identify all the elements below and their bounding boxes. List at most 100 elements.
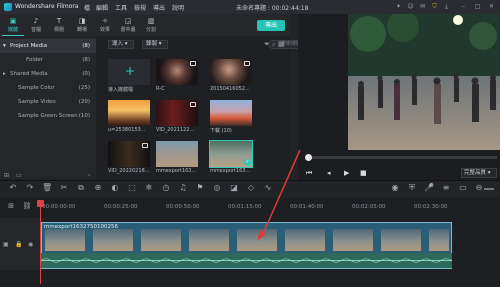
tab-split[interactable]: ▥ 分割 bbox=[140, 14, 162, 36]
eye-icon[interactable]: ◉ bbox=[28, 241, 33, 248]
ruler-tick: 00:00:00:00 bbox=[42, 204, 76, 210]
folder-icon[interactable]: ▭ bbox=[16, 172, 22, 179]
thumbnail bbox=[156, 59, 198, 85]
tile-media-selected[interactable]: ✓ mmexport163... bbox=[209, 140, 253, 177]
preview-scrubber[interactable] bbox=[305, 156, 497, 159]
tab-effects[interactable]: ✧ 效果 bbox=[94, 14, 116, 36]
clip-frame bbox=[381, 229, 421, 251]
playhead-handle[interactable] bbox=[37, 200, 44, 207]
tab-pip[interactable]: ◲ 書中畫 bbox=[117, 14, 139, 36]
new-folder-icon[interactable]: ⊞ bbox=[4, 172, 9, 179]
download-icon[interactable]: ⤓ bbox=[443, 3, 450, 10]
freeze-icon[interactable]: ❄ bbox=[144, 183, 154, 193]
sidebar-item-sample-video[interactable]: Sample Video (20) bbox=[0, 95, 96, 109]
list-icon[interactable]: ≡ bbox=[441, 183, 451, 193]
audio-waveform[interactable] bbox=[40, 253, 453, 268]
tile-media[interactable]: mmexport163... bbox=[156, 141, 198, 177]
menu-view[interactable]: 檢視 bbox=[134, 3, 146, 12]
clip-frame bbox=[45, 229, 85, 251]
tile-media[interactable]: 下載 (10) bbox=[210, 100, 252, 136]
zoom-icon[interactable]: ⊕ bbox=[93, 183, 103, 193]
lightbulb-icon[interactable]: ✦ bbox=[395, 3, 402, 10]
color-icon[interactable]: ◐ bbox=[110, 183, 120, 193]
transform-icon[interactable]: ⬚ bbox=[127, 183, 137, 193]
tile-label: 導入媒體檔 bbox=[108, 87, 134, 93]
tab-transitions[interactable]: ◨ 轉場 bbox=[71, 14, 93, 36]
speed-icon[interactable]: ◷ bbox=[161, 183, 171, 193]
transition-icon: ◨ bbox=[78, 17, 86, 25]
screen-icon[interactable]: ▭ bbox=[458, 183, 468, 193]
quality-dropdown[interactable]: 完整品質 ▾ bbox=[461, 168, 497, 178]
tile-media[interactable]: u=25380153... bbox=[108, 100, 150, 136]
shield-icon[interactable]: ⛨ bbox=[407, 183, 417, 193]
checkmark-icon: ✓ bbox=[244, 159, 251, 166]
delete-icon[interactable]: 🗑 bbox=[42, 183, 52, 193]
frame-back-icon[interactable]: ◂ bbox=[327, 169, 331, 177]
tile-import-media[interactable]: + 導入媒體檔 bbox=[108, 59, 150, 95]
marker-icon[interactable]: ⚑ bbox=[195, 183, 205, 193]
effects-icon: ✧ bbox=[102, 17, 108, 25]
step-back-icon[interactable]: ⏮ bbox=[306, 169, 312, 178]
tab-titles[interactable]: T 標題 bbox=[48, 14, 70, 36]
menu-help[interactable]: 說明 bbox=[172, 3, 184, 12]
menu-tools[interactable]: 工具 bbox=[115, 3, 127, 12]
stabilize-icon[interactable]: ◎ bbox=[212, 183, 222, 193]
sidebar-item-count: (0) bbox=[82, 71, 90, 77]
audio-icon[interactable]: ♫ bbox=[178, 183, 188, 193]
menu-export[interactable]: 導出 bbox=[153, 3, 165, 12]
pip-icon: ◲ bbox=[124, 17, 132, 25]
video-icon bbox=[142, 143, 148, 148]
sidebar-item-label: Sample Video bbox=[18, 99, 56, 105]
zoom-slider[interactable] bbox=[484, 188, 494, 190]
redo-icon[interactable]: ↷ bbox=[25, 183, 35, 193]
preview-video[interactable] bbox=[348, 14, 500, 150]
sidebar-item-project-media[interactable]: ▾ Project Media (8) bbox=[0, 39, 96, 53]
account-icon[interactable]: ☺ bbox=[407, 3, 414, 10]
render-icon[interactable]: ◉ bbox=[390, 183, 400, 193]
collapse-icon[interactable]: ‹ bbox=[88, 172, 90, 179]
tile-media[interactable]: 20150416052... bbox=[210, 59, 252, 95]
mic-icon[interactable]: 🎤 bbox=[424, 183, 434, 193]
tab-audio[interactable]: ♪ 音檔 bbox=[25, 14, 47, 36]
export-button[interactable]: 導出 bbox=[257, 20, 285, 31]
message-icon[interactable]: ✉ bbox=[419, 3, 426, 10]
tile-media[interactable]: VID_20220218... bbox=[108, 141, 150, 177]
zoom-out-icon[interactable]: ⊖ bbox=[474, 183, 484, 193]
stop-icon[interactable]: ■ bbox=[360, 169, 367, 177]
crop-icon[interactable]: ⧉ bbox=[76, 183, 86, 193]
music-note-icon: ♪ bbox=[33, 17, 39, 25]
scene-tree bbox=[469, 22, 497, 50]
record-dropdown[interactable]: 錄製 ▾ bbox=[142, 40, 168, 49]
lock-icon[interactable]: 🔒 bbox=[15, 241, 22, 248]
tab-label: 標題 bbox=[53, 27, 64, 33]
close-icon[interactable]: ✕ bbox=[488, 3, 495, 10]
split-icon: ▥ bbox=[147, 17, 155, 25]
undo-icon[interactable]: ↶ bbox=[8, 183, 18, 193]
import-label: 導入 bbox=[112, 41, 124, 47]
filter-icon[interactable]: ⏷ bbox=[264, 40, 270, 49]
menu-file[interactable]: 檔 bbox=[84, 3, 90, 12]
scrubber-handle[interactable] bbox=[305, 154, 312, 161]
sidebar-item-sample-green-screen[interactable]: Sample Green Screen (10) bbox=[0, 109, 96, 123]
playhead[interactable] bbox=[40, 204, 41, 284]
tab-media[interactable]: ▣ 媒體 bbox=[2, 14, 24, 36]
menu-edit[interactable]: 編輯 bbox=[96, 3, 108, 12]
minimize-icon[interactable]: – bbox=[460, 3, 467, 10]
grid-view-icon[interactable]: ▦ bbox=[278, 40, 285, 48]
link-icon[interactable]: ⛓ bbox=[22, 201, 32, 211]
maximize-icon[interactable]: □ bbox=[474, 3, 481, 10]
tile-media[interactable]: R-C bbox=[156, 59, 198, 95]
import-dropdown[interactable]: 導入 ▾ bbox=[108, 40, 134, 49]
scene-tree bbox=[350, 16, 386, 52]
cart-icon[interactable]: ⛉ bbox=[431, 3, 438, 10]
tile-label: VID_2021122... bbox=[156, 127, 195, 133]
cut-icon[interactable]: ✂ bbox=[59, 183, 69, 193]
mask-icon[interactable]: ◪ bbox=[229, 183, 239, 193]
sidebar-item-count: (10) bbox=[78, 113, 90, 119]
sidebar-item-shared-media[interactable]: ▸ Shared Media (0) bbox=[0, 67, 96, 81]
sidebar-item-folder[interactable]: Folder (8) bbox=[0, 53, 96, 67]
add-track-icon[interactable]: ⊞ bbox=[6, 201, 16, 211]
play-icon[interactable]: ▶ bbox=[344, 169, 349, 177]
sidebar-item-sample-color[interactable]: Sample Color (25) bbox=[0, 81, 96, 95]
tile-media[interactable]: VID_2021122... bbox=[156, 100, 198, 136]
